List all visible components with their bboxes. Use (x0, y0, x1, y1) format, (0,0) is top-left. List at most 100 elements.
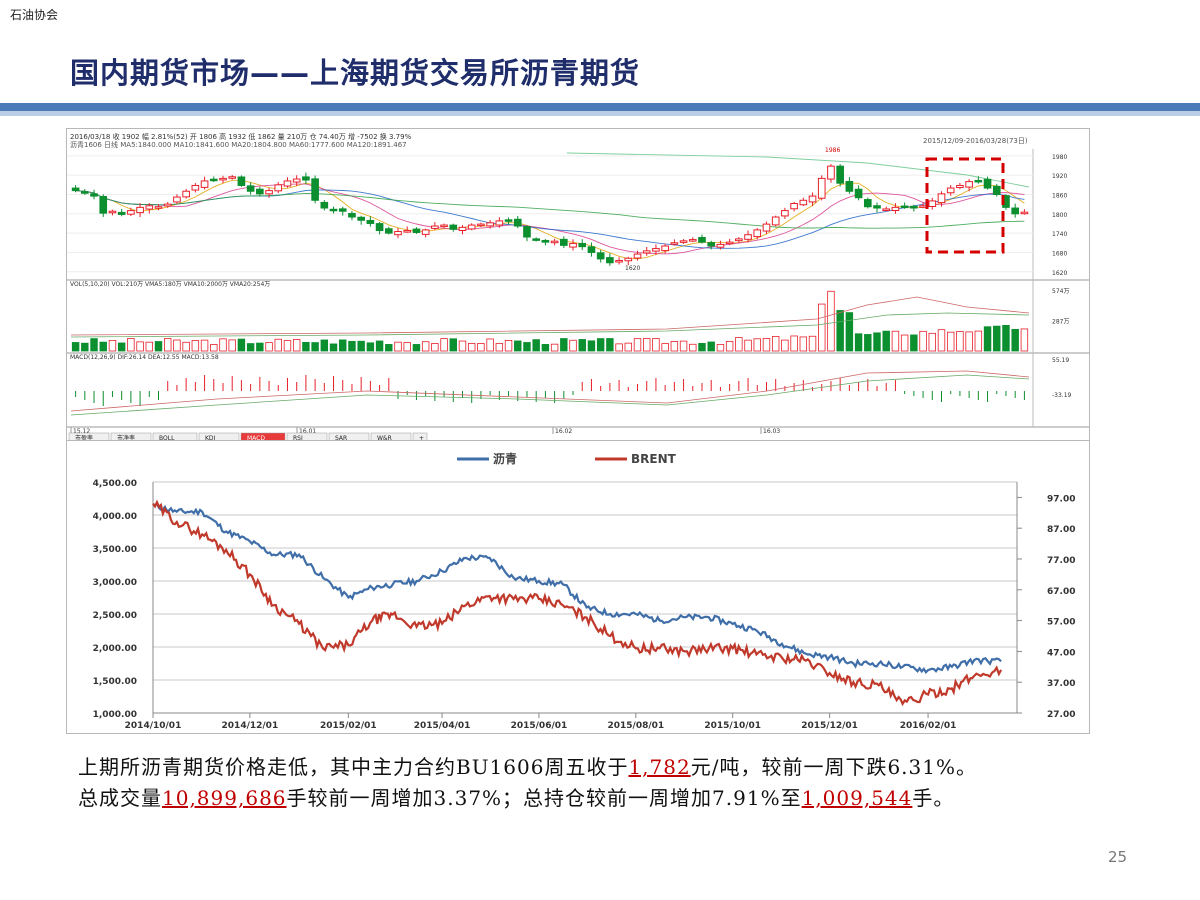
volume-bar (495, 343, 504, 352)
volume-bar (744, 339, 752, 352)
volume-bar (965, 331, 973, 352)
candle-body (845, 180, 854, 192)
volume-bar (283, 340, 292, 352)
volume-bar (615, 343, 623, 352)
candle-body (744, 234, 752, 240)
candle-body (910, 205, 918, 209)
volume-bar (652, 338, 660, 352)
candle-body (992, 185, 1001, 195)
candle-body (974, 179, 983, 183)
volume-bar (256, 342, 264, 352)
candle-body (127, 210, 135, 215)
summary-text-part: 总成交量 (78, 786, 162, 810)
candle-body (108, 210, 117, 214)
volume-bar (329, 343, 338, 352)
candle-body (504, 219, 513, 222)
volume-bar (403, 342, 411, 352)
volume-bar (781, 339, 789, 352)
volume-bar (71, 342, 80, 352)
y-left-tick-label: 4,500.00 (93, 479, 137, 489)
summary-line-2: 总成交量10,899,686手较前一周增加3.37%；总持仓较前一周增加7.91… (78, 783, 1188, 814)
candle-body (725, 241, 734, 245)
legend-label-brent: BRENT (631, 452, 677, 466)
candle-body (642, 250, 651, 254)
summary-text-part: 元/吨，较前一周下跌6.31%。 (690, 755, 977, 779)
candle-body (412, 228, 421, 233)
volume-bar (882, 330, 890, 352)
x-tick-label: 2016/02/01 (900, 721, 957, 731)
candle-body (458, 226, 467, 231)
volume-bar (173, 339, 181, 352)
volume-bar (274, 338, 282, 352)
volume-bar (514, 340, 522, 352)
volume-bar (357, 340, 365, 352)
candle-body (513, 218, 522, 227)
candle-body (836, 165, 844, 184)
volume-bar (762, 338, 771, 352)
volume-bar (1020, 328, 1029, 352)
volume-bar (108, 339, 117, 352)
volume-bar (182, 341, 190, 352)
candle-body (937, 193, 946, 204)
candle-body (329, 208, 338, 212)
volume-bar (928, 332, 936, 352)
volume-bar (624, 342, 633, 352)
candle-body (394, 231, 402, 236)
candle-body (384, 228, 393, 234)
candle-body (136, 206, 144, 214)
volume-bar (154, 341, 163, 352)
x-tick-label: 2015/02/01 (320, 721, 377, 731)
volume-bar (689, 343, 697, 352)
candle-body (596, 252, 605, 260)
candle-body (292, 178, 301, 183)
candle-body (366, 219, 375, 224)
volume-bar (550, 343, 559, 352)
x-tick-label: 2015/10/01 (704, 721, 761, 731)
price-tick-label: 1860 (1052, 192, 1067, 199)
candle-body (311, 178, 319, 201)
candle-body (265, 190, 273, 195)
organization-label: 石油协会 (10, 8, 59, 22)
volume-bar (836, 310, 844, 352)
volume-bar (394, 341, 402, 352)
candle-body (1020, 211, 1029, 215)
volume-bar (467, 343, 476, 352)
volume-bar (431, 343, 439, 352)
y-left-tick-label: 3,000.00 (93, 578, 137, 588)
volume-bar (523, 342, 531, 352)
candle-body (246, 185, 255, 192)
page-number: 25 (1108, 848, 1128, 866)
volume-bar (339, 339, 347, 352)
volume-bar (191, 340, 200, 352)
volume-bar (818, 303, 826, 352)
macd-tick-label: 55.19 (1052, 357, 1069, 364)
x-tick-label: 2015/06/01 (511, 721, 568, 731)
price-tick-label: 1620 (1052, 270, 1067, 277)
candle-body (348, 212, 356, 218)
volume-bar (449, 338, 457, 352)
candle-body (200, 180, 209, 188)
candle-body (486, 222, 494, 227)
volume-bar (246, 343, 255, 352)
summary-text-part: 上期所沥青期货价格走低，其中主力合约BU1606周五收于 (78, 755, 629, 779)
volume-bar (993, 325, 1001, 352)
volume-bar (983, 326, 992, 352)
candle-body (191, 184, 200, 191)
date-axis-label: 16.02 (555, 428, 572, 435)
volume-bar (311, 342, 319, 352)
volume-bar (532, 339, 540, 352)
candle-body (956, 184, 964, 189)
volume-bar (799, 336, 808, 352)
closing-price-value: 1,782 (628, 755, 691, 779)
candle-body (431, 225, 439, 229)
volume-ma-line (70, 296, 1030, 336)
candle-body (320, 201, 329, 209)
volume-bar (458, 340, 467, 352)
volume-bar (366, 342, 375, 352)
kline-info-row1: 2016/03/18 收 1902 幅 2.81%(52) 开 1806 高 1… (70, 132, 412, 141)
ma5-line (75, 179, 1025, 260)
y-left-tick-label: 1,000.00 (93, 710, 137, 720)
candle-body (117, 211, 126, 215)
candle-body (145, 205, 154, 210)
volume-tick-label: 574万 (1052, 288, 1069, 295)
